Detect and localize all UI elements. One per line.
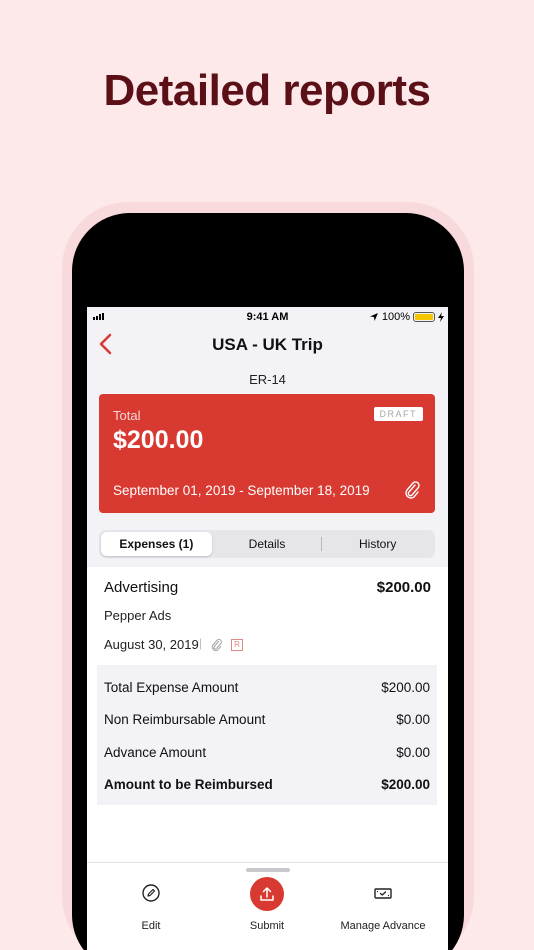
battery-percent: 100% <box>381 311 410 323</box>
manage-advance-button[interactable]: Manage Advance <box>323 863 443 950</box>
submit-label: Submit <box>249 920 285 932</box>
charging-bolt-icon <box>438 312 444 322</box>
expense-date: August 30, 2019 <box>104 637 199 652</box>
expense-category: Advertising <box>104 579 179 596</box>
status-badge: DRAFT <box>373 407 423 421</box>
report-title: USA - UK Trip <box>212 335 323 354</box>
edit-label: Edit <box>141 920 161 932</box>
edit-button[interactable]: Edit <box>91 863 211 950</box>
expense-merchant: Pepper Ads <box>104 608 172 623</box>
summary-value: $0.00 <box>396 712 430 728</box>
summary-row-advance: Advance Amount $0.00 <box>104 736 430 769</box>
total-label: Total <box>113 408 141 423</box>
cash-icon <box>374 888 392 899</box>
tab-history[interactable]: History <box>322 532 433 556</box>
total-amount: $200.00 <box>113 426 204 454</box>
paperclip-icon[interactable] <box>403 480 421 500</box>
summary-row-non-reimbursable: Non Reimbursable Amount $0.00 <box>104 704 430 737</box>
divider: | <box>199 636 203 650</box>
summary-row-reimbursed: Amount to be Reimbursed $200.00 <box>104 769 430 802</box>
location-arrow-icon <box>369 313 378 321</box>
status-bar: 9:41 AM 100% <box>87 307 448 327</box>
submit-button[interactable]: Submit <box>207 863 327 950</box>
expense-amount: $200.00 <box>376 579 431 596</box>
app-screen: 9:41 AM 100% USA - UK Trip ER-14 Total $… <box>87 307 448 950</box>
drag-handle[interactable] <box>246 868 290 872</box>
report-total-card: Total $200.00 DRAFT September 01, 2019 -… <box>99 394 435 513</box>
action-bar: Edit Submit Manage Advance <box>87 862 448 950</box>
summary-value: $0.00 <box>396 744 430 760</box>
report-date-range: September 01, 2019 - September 18, 2019 <box>113 483 370 498</box>
tab-expenses[interactable]: Expenses (1) <box>101 532 212 556</box>
summary-label: Non Reimbursable Amount <box>104 712 266 728</box>
amount-summary: Total Expense Amount $200.00 Non Reimbur… <box>97 665 437 805</box>
summary-value: $200.00 <box>381 679 430 695</box>
summary-label: Total Expense Amount <box>104 679 239 695</box>
attachment-icon <box>211 638 222 652</box>
navigation-bar: USA - UK Trip <box>87 329 448 359</box>
expense-list-item[interactable]: Advertising $200.00 Pepper Ads August 30… <box>87 567 448 665</box>
summary-label: Amount to be Reimbursed <box>104 777 273 793</box>
manage-advance-label: Manage Advance <box>340 920 426 932</box>
report-id: ER-14 <box>249 372 286 387</box>
upload-icon <box>260 887 274 901</box>
battery-icon <box>413 312 435 322</box>
tab-details[interactable]: Details <box>212 532 323 556</box>
summary-row-total: Total Expense Amount $200.00 <box>104 671 430 704</box>
receipt-icon: R <box>231 639 243 651</box>
summary-value: $200.00 <box>381 777 430 793</box>
summary-label: Advance Amount <box>104 744 207 760</box>
segmented-tabs: Expenses (1) Details History <box>99 530 435 558</box>
page-headline: Detailed reports <box>103 66 431 115</box>
pencil-icon <box>142 884 160 902</box>
